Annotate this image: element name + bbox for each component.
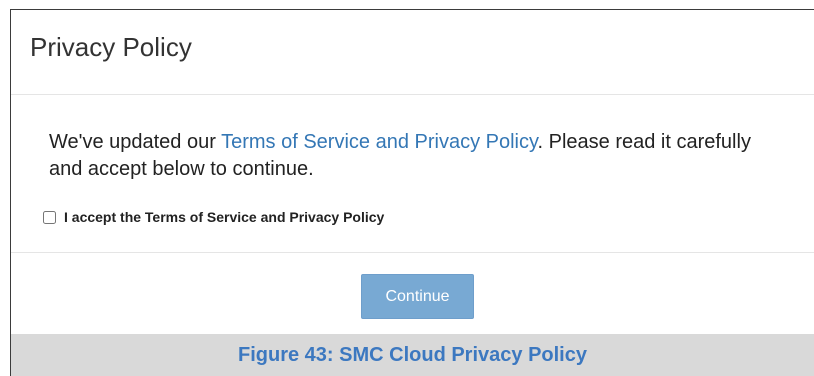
message-prefix: We've updated our [49,131,222,153]
dialog-title: Privacy Policy [30,32,192,62]
accept-terms-label[interactable]: I accept the Terms of Service and Privac… [64,209,384,225]
continue-button[interactable]: Continue [361,274,474,319]
dialog-body: We've updated our Terms of Service and P… [11,95,814,253]
dialog-header: Privacy Policy [11,10,814,95]
terms-privacy-link[interactable]: Terms of Service and Privacy Policy [221,131,537,153]
figure-caption: Figure 43: SMC Cloud Privacy Policy [238,344,587,366]
figure-caption-bar: Figure 43: SMC Cloud Privacy Policy [10,334,814,376]
accept-terms-row[interactable]: I accept the Terms of Service and Privac… [43,207,384,227]
accept-terms-checkbox[interactable] [43,210,56,224]
privacy-policy-dialog: Privacy Policy We've updated our Terms o… [10,9,814,334]
policy-update-message: We've updated our Terms of Service and P… [49,129,769,183]
dialog-footer: Continue [11,253,814,335]
